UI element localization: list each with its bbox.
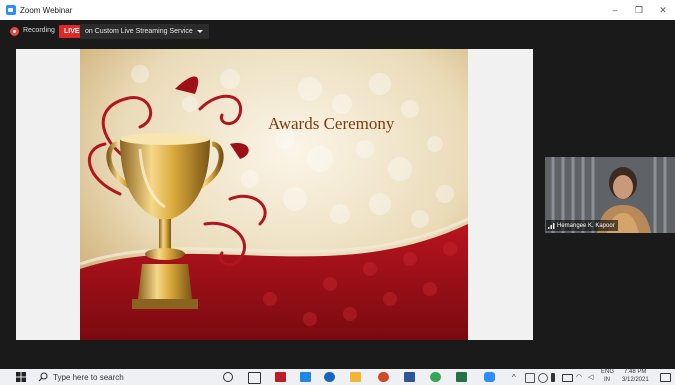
signal-strength-icon [548, 222, 555, 229]
meeting-status-bar: Recording LIVE on Custom Live Streaming … [0, 20, 675, 44]
folder-icon[interactable] [350, 372, 361, 382]
recording-icon [10, 27, 19, 36]
task-view-icon[interactable] [248, 372, 261, 384]
maximize-button[interactable]: ❐ [627, 0, 651, 20]
window-controls: – ❐ ✕ [603, 0, 675, 20]
edge-icon[interactable] [324, 372, 335, 382]
taskbar-search-input[interactable]: Type here to search [53, 373, 124, 382]
excel-icon[interactable] [456, 372, 467, 382]
tray-chevron-up-icon[interactable]: ^ [512, 373, 516, 382]
title-bar: Zoom Webinar – ❐ ✕ [0, 0, 675, 20]
participant-name: Hemangee K. Kapoor [557, 222, 615, 229]
windows-start-icon[interactable] [16, 372, 26, 382]
mcafee-icon[interactable] [275, 372, 286, 382]
language-indicator[interactable]: ENG [601, 369, 614, 375]
streaming-service-label: on Custom Live Streaming Service [85, 28, 193, 35]
battery-icon[interactable] [562, 374, 573, 382]
windows-taskbar: Type here to search ^ ◠ ◁ ENG IN 7:48 PM… [0, 369, 675, 385]
onedrive-icon[interactable] [538, 373, 548, 383]
powerpoint-icon[interactable] [378, 372, 389, 382]
clock-date[interactable]: 3/12/2021 [622, 377, 649, 383]
minimize-button[interactable]: – [603, 0, 627, 20]
slide-background [80, 49, 468, 340]
chevron-down-icon [196, 30, 203, 33]
recording-label[interactable]: Recording [23, 27, 55, 34]
clock-time[interactable]: 7:48 PM [624, 369, 646, 375]
participant-name-tag: Hemangee K. Kapoor [546, 220, 618, 231]
chrome-icon[interactable] [430, 372, 441, 382]
wifi-icon[interactable]: ◠ [576, 373, 582, 381]
streaming-service-dropdown[interactable]: on Custom Live Streaming Service [80, 24, 209, 39]
zoom-taskbar-icon[interactable] [484, 372, 495, 382]
slide-title: Awards Ceremony [268, 114, 395, 133]
participant-video[interactable]: Hemangee K. Kapoor [545, 157, 675, 233]
l-app-icon[interactable] [300, 372, 311, 382]
zoom-logo-icon [6, 5, 16, 15]
speaker-icon[interactable]: ◁ [588, 373, 593, 381]
window-title: Zoom Webinar [20, 5, 73, 15]
tray-app-icon[interactable] [525, 373, 535, 383]
cortana-icon[interactable] [223, 372, 233, 382]
notification-icon[interactable] [660, 373, 671, 382]
search-icon[interactable] [38, 372, 48, 382]
presentation-slide: Awards Ceremony [80, 49, 468, 340]
microphone-icon[interactable] [551, 373, 555, 382]
word-icon[interactable] [404, 372, 415, 382]
region-indicator[interactable]: IN [604, 377, 610, 383]
close-button[interactable]: ✕ [651, 0, 675, 20]
